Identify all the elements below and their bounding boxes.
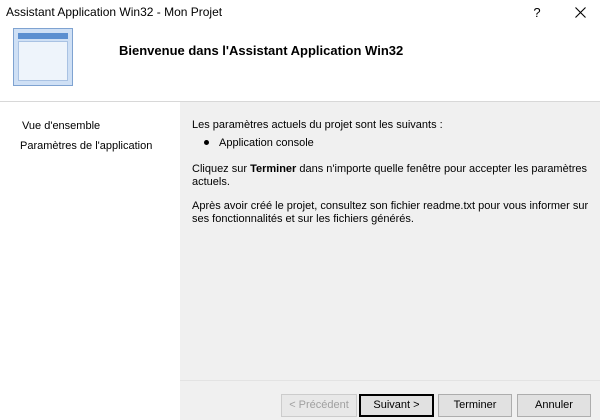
wizard-header: Bienvenue dans l'Assistant Application W…: [0, 25, 600, 102]
wizard-title: Bienvenue dans l'Assistant Application W…: [119, 43, 404, 58]
cancel-button[interactable]: Annuler: [517, 394, 591, 417]
finish-instruction: Cliquez sur Terminer dans n'importe quel…: [192, 163, 588, 188]
finish-button[interactable]: Terminer: [438, 394, 512, 417]
title-bar: Assistant Application Win32 - Mon Projet…: [0, 0, 600, 25]
next-button[interactable]: Suivant >: [359, 394, 434, 417]
button-bar: < Précédent Suivant > Terminer Annuler: [180, 380, 600, 420]
nav-item-application-settings[interactable]: Paramètres de l'application: [20, 140, 152, 152]
intro-text: Les paramètres actuels du projet sont le…: [192, 119, 443, 131]
bullet-icon: [204, 139, 209, 145]
window-title: Assistant Application Win32 - Mon Projet: [6, 5, 223, 19]
content-panel: Les paramètres actuels du projet sont le…: [180, 102, 600, 380]
bullet-text: Application console: [219, 137, 314, 149]
help-button[interactable]: ?: [522, 0, 552, 25]
application-window-icon: [13, 28, 73, 86]
wizard-nav: Vue d'ensemble Paramètres de l'applicati…: [0, 102, 180, 420]
finish-keyword: Terminer: [250, 163, 297, 175]
readme-text: Après avoir créé le projet, consultez so…: [192, 200, 589, 225]
close-button[interactable]: [566, 0, 596, 25]
close-icon: [575, 7, 586, 18]
list-item: Application console: [204, 137, 314, 149]
nav-item-overview[interactable]: Vue d'ensemble: [22, 120, 100, 132]
previous-button[interactable]: < Précédent: [281, 394, 357, 417]
